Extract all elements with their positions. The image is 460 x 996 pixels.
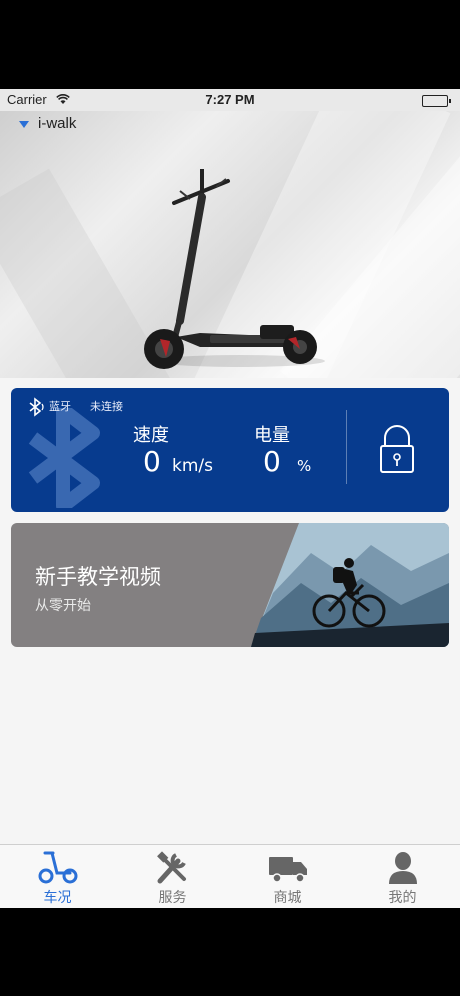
- tutorial-title: 新手教学视频: [35, 565, 161, 589]
- bluetooth-icon: [29, 397, 44, 417]
- speed-unit: km/s: [172, 456, 213, 476]
- tab-vehicle-status[interactable]: 车况: [0, 845, 115, 908]
- device-selector[interactable]: i-walk: [0, 111, 460, 141]
- clock: 7:27 PM: [205, 92, 255, 107]
- dropdown-triangle-icon: [19, 121, 29, 128]
- connection-status: 未连接: [90, 400, 123, 413]
- tab-label: 车况: [43, 890, 72, 906]
- device-name: i-walk: [38, 115, 77, 132]
- lock-icon[interactable]: [379, 424, 415, 474]
- battery-unit: %: [297, 457, 312, 475]
- status-bar: Carrier 7:27 PM: [0, 89, 460, 111]
- hero-banner: i-walk: [0, 111, 460, 378]
- battery-value: 0: [263, 445, 281, 478]
- tools-icon: [157, 851, 186, 884]
- app-screen: Carrier 7:27 PM i-walk 蓝牙 未连接 速度 0 km/s …: [0, 89, 460, 908]
- user-icon: [389, 852, 417, 884]
- tutorial-video-card[interactable]: 新手教学视频 从零开始: [11, 523, 449, 647]
- card-divider: [346, 410, 347, 484]
- bluetooth-label: 蓝牙: [49, 400, 71, 413]
- tab-label: 我的: [388, 890, 417, 906]
- tab-profile[interactable]: 我的: [345, 845, 460, 908]
- tab-label: 商城: [273, 890, 302, 906]
- scooter-icon: [38, 851, 78, 884]
- bluetooth-watermark-icon: [28, 408, 100, 508]
- speed-label: 速度: [133, 425, 169, 446]
- tutorial-subtitle: 从零开始: [35, 598, 91, 614]
- tab-bar: 车况 服务 商城 我的: [0, 844, 460, 908]
- tab-service[interactable]: 服务: [115, 845, 230, 908]
- truck-icon: [269, 857, 307, 883]
- bluetooth-status-card: 蓝牙 未连接 速度 0 km/s 电量 0 %: [11, 388, 449, 512]
- scooter-image: [144, 169, 325, 369]
- battery-icon: [422, 95, 451, 107]
- speed-value: 0: [143, 445, 161, 478]
- tab-label: 服务: [158, 890, 187, 906]
- tab-shop[interactable]: 商城: [230, 845, 345, 908]
- battery-label: 电量: [254, 425, 290, 446]
